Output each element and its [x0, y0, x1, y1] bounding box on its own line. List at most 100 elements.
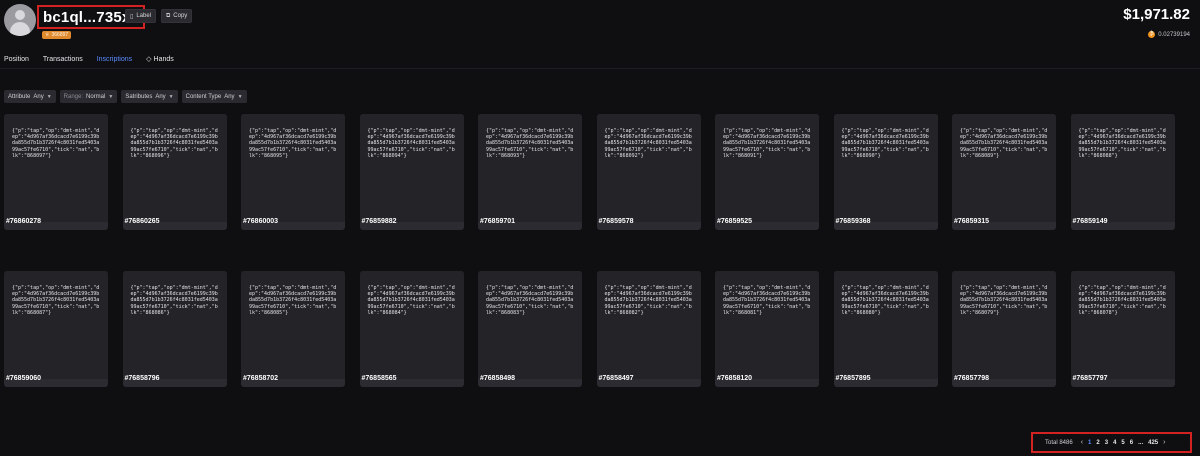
inscription-card[interactable]: {"p":"tap","op":"dmt-mint","dep":"4d967a…: [478, 271, 582, 387]
filter-range[interactable]: Range: Normal ▼: [59, 90, 118, 103]
chevron-right-icon[interactable]: ›: [1163, 439, 1165, 446]
inscription-card[interactable]: {"p":"tap","op":"dmt-mint","dep":"4d967a…: [241, 271, 345, 387]
inscription-card[interactable]: {"p":"tap","op":"dmt-mint","dep":"4d967a…: [359, 114, 464, 230]
page-6[interactable]: 6: [1130, 440, 1133, 446]
inscription-id: #76859882: [361, 218, 397, 225]
inscription-card[interactable]: {"p":"tap","op":"dmt-mint","dep":"4d967a…: [122, 114, 227, 230]
chevron-left-icon[interactable]: ‹: [1081, 439, 1083, 446]
pagination-total: Total 8486: [1045, 439, 1073, 446]
inscription-content: {"p":"tap","op":"dmt-mint","dep":"4d967a…: [367, 128, 455, 159]
page-1[interactable]: 1: [1088, 440, 1091, 446]
inscription-card[interactable]: {"p":"tap","op":"dmt-mint","dep":"4d967a…: [952, 114, 1056, 230]
inscription-card[interactable]: {"p":"tap","op":"dmt-mint","dep":"4d967a…: [241, 114, 345, 230]
inscription-content: {"p":"tap","op":"dmt-mint","dep":"4d967a…: [130, 285, 218, 316]
tab-inscriptions-label: Inscriptions: [96, 55, 133, 63]
inscription-card[interactable]: {"p":"tap","op":"dmt-mint","dep":"4d967a…: [478, 114, 582, 230]
inscription-card[interactable]: {"p":"tap","op":"dmt-mint","dep":"4d967a…: [4, 114, 108, 230]
tab-hands-label: Hands: [153, 55, 174, 63]
inscription-id: #76860003: [243, 218, 279, 225]
inscription-footer: #76859315: [952, 218, 1056, 226]
inscription-card[interactable]: {"p":"tap","op":"dmt-mint","dep":"4d967a…: [833, 114, 938, 230]
balance-btc-value: 0.02739194: [1158, 31, 1190, 38]
inscription-id: #76858796: [124, 375, 160, 382]
filter-satributes[interactable]: Satributes Any ▼: [121, 90, 178, 103]
bitcoin-icon: ₿: [1148, 31, 1156, 38]
label-button[interactable]: ▯ Label: [125, 9, 156, 23]
filter-content-type[interactable]: Content Type Any ▼: [181, 90, 247, 103]
filter-satributes-value: Any: [155, 93, 166, 100]
inscription-content: {"p":"tap","op":"dmt-mint","dep":"4d967a…: [130, 128, 218, 159]
inscription-footer: #76858796: [123, 375, 227, 383]
inscription-content: {"p":"tap","op":"dmt-mint","dep":"4d967a…: [841, 285, 929, 316]
avatar-body: [10, 22, 30, 36]
inscription-card[interactable]: {"p":"tap","op":"dmt-mint","dep":"4d967a…: [1070, 114, 1175, 230]
trophy-icon: ♕: [45, 32, 50, 38]
inscription-footer: #76859525: [715, 218, 819, 226]
inscription-footer: #76859701: [478, 218, 582, 226]
page-5[interactable]: 5: [1121, 440, 1124, 446]
inscription-id: #76858702: [243, 375, 279, 382]
inscription-card[interactable]: {"p":"tap","op":"dmt-mint","dep":"4d967a…: [952, 271, 1056, 387]
inscription-preview: {"p":"tap","op":"dmt-mint","dep":"4d967a…: [478, 271, 582, 379]
page-2[interactable]: 2: [1096, 440, 1099, 446]
inscription-card[interactable]: {"p":"tap","op":"dmt-mint","dep":"4d967a…: [833, 271, 938, 387]
inscription-id: #76857895: [835, 375, 871, 382]
inscription-content: {"p":"tap","op":"dmt-mint","dep":"4d967a…: [960, 128, 1048, 159]
page-3[interactable]: 3: [1105, 440, 1108, 446]
inscription-preview: {"p":"tap","op":"dmt-mint","dep":"4d967a…: [478, 114, 582, 222]
tab-position[interactable]: Position: [4, 53, 29, 69]
inscription-card[interactable]: {"p":"tap","op":"dmt-mint","dep":"4d967a…: [715, 271, 819, 387]
inscription-card[interactable]: {"p":"tap","op":"dmt-mint","dep":"4d967a…: [122, 271, 227, 387]
inscription-preview: {"p":"tap","op":"dmt-mint","dep":"4d967a…: [596, 114, 701, 222]
inscription-content: {"p":"tap","op":"dmt-mint","dep":"4d967a…: [604, 128, 692, 159]
inscription-preview: {"p":"tap","op":"dmt-mint","dep":"4d967a…: [596, 271, 701, 379]
label-button-text: Label: [136, 13, 151, 19]
filter-satributes-label: Satributes: [125, 93, 153, 100]
inscription-footer: #76858565: [360, 375, 464, 383]
inscription-card[interactable]: {"p":"tap","op":"dmt-mint","dep":"4d967a…: [596, 271, 701, 387]
inscription-content: {"p":"tap","op":"dmt-mint","dep":"4d967a…: [604, 285, 692, 316]
copy-icon: ⧉: [166, 12, 171, 19]
inscription-card[interactable]: {"p":"tap","op":"dmt-mint","dep":"4d967a…: [715, 114, 819, 230]
copy-button[interactable]: ⧉ Copy: [161, 9, 193, 23]
inscription-content: {"p":"tap","op":"dmt-mint","dep":"4d967a…: [723, 285, 811, 316]
inscription-preview: {"p":"tap","op":"dmt-mint","dep":"4d967a…: [833, 114, 938, 222]
filter-bar: Attribute Any ▼ Range: Normal ▼ Satribut…: [4, 90, 247, 103]
inscription-content: {"p":"tap","op":"dmt-mint","dep":"4d967a…: [723, 128, 811, 159]
chevron-down-icon: ▼: [168, 93, 174, 100]
inscription-preview: {"p":"tap","op":"dmt-mint","dep":"4d967a…: [241, 114, 345, 222]
page-4[interactable]: 4: [1113, 440, 1116, 446]
filter-attribute[interactable]: Attribute Any ▼: [4, 90, 56, 103]
page-header: bc1ql...735x0 ▯ Label ⧉ Copy ♕ 366897 $1…: [0, 0, 1200, 50]
inscription-content: {"p":"tap","op":"dmt-mint","dep":"4d967a…: [1078, 285, 1166, 316]
tab-inscriptions[interactable]: Inscriptions: [96, 53, 133, 69]
inscription-card[interactable]: {"p":"tap","op":"dmt-mint","dep":"4d967a…: [359, 271, 464, 387]
page-ellipsis[interactable]: ...: [1138, 440, 1143, 446]
tab-transactions[interactable]: Transactions: [43, 53, 83, 69]
filter-range-value: Normal: [86, 93, 106, 100]
inscriptions-grid: {"p":"tap","op":"dmt-mint","dep":"4d967a…: [4, 114, 1184, 387]
inscription-card[interactable]: {"p":"tap","op":"dmt-mint","dep":"4d967a…: [4, 271, 108, 387]
balance-btc: ₿ 0.02739194: [1148, 31, 1190, 38]
tab-position-label: Position: [4, 55, 29, 63]
inscription-id: #76857798: [954, 375, 990, 382]
tab-hands[interactable]: ◇ Hands: [146, 53, 174, 69]
tab-transactions-label: Transactions: [42, 55, 83, 63]
inscription-content: {"p":"tap","op":"dmt-mint","dep":"4d967a…: [1078, 128, 1166, 159]
copy-button-text: Copy: [173, 13, 188, 19]
inscription-preview: {"p":"tap","op":"dmt-mint","dep":"4d967a…: [4, 271, 108, 379]
inscription-content: {"p":"tap","op":"dmt-mint","dep":"4d967a…: [486, 285, 574, 316]
inscription-preview: {"p":"tap","op":"dmt-mint","dep":"4d967a…: [715, 114, 819, 222]
inscription-card[interactable]: {"p":"tap","op":"dmt-mint","dep":"4d967a…: [596, 114, 701, 230]
inscription-footer: #76859368: [834, 218, 938, 226]
inscription-id: #76858565: [361, 375, 397, 382]
page-last[interactable]: 425: [1148, 440, 1158, 446]
inscription-id: #76859701: [480, 218, 516, 225]
inscription-footer: #76860003: [241, 218, 345, 226]
filter-range-label: Range:: [63, 93, 84, 100]
balance-usd: $1,971.82: [1123, 6, 1190, 23]
inscription-content: {"p":"tap","op":"dmt-mint","dep":"4d967a…: [367, 285, 455, 316]
inscription-card[interactable]: {"p":"tap","op":"dmt-mint","dep":"4d967a…: [1070, 271, 1175, 387]
inscription-id: #76859525: [717, 218, 753, 225]
inscription-footer: #76857895: [834, 375, 938, 383]
